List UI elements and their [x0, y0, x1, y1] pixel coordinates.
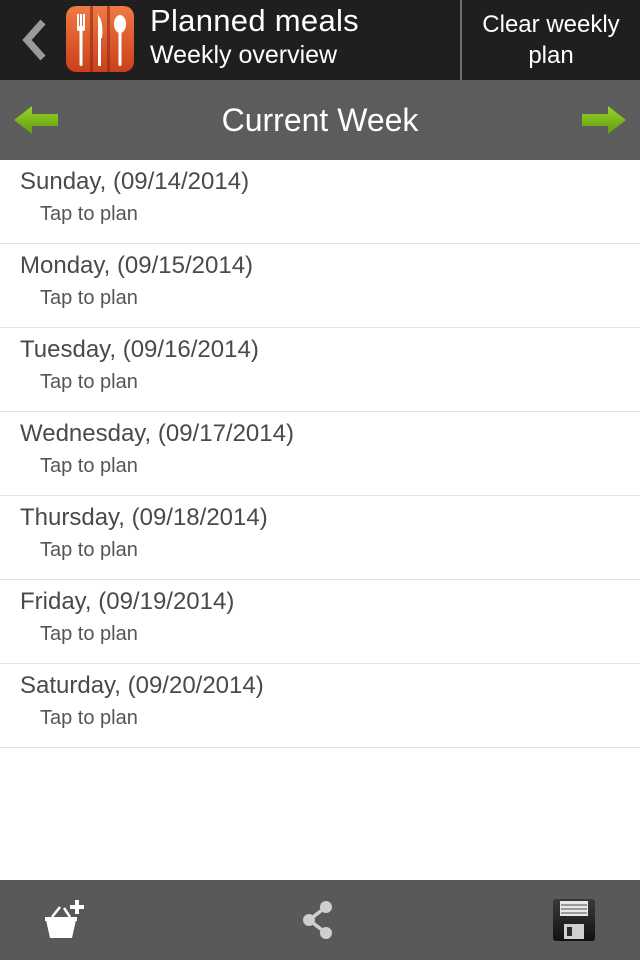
back-chevron-icon — [22, 19, 46, 61]
day-plan-hint: Tap to plan — [40, 287, 138, 309]
cutlery-app-icon — [66, 6, 134, 72]
day-plan-hint: Tap to plan — [40, 371, 138, 393]
day-date: Tuesday, (09/16/2014) — [20, 336, 259, 363]
day-date: Sunday, (09/14/2014) — [20, 168, 250, 195]
day-plan-hint: Tap to plan — [40, 623, 138, 645]
day-row-friday[interactable]: Friday, (09/19/2014) Tap to plan — [0, 580, 640, 664]
add-to-basket-icon — [45, 900, 84, 938]
day-row-thursday[interactable]: Thursday, (09/18/2014) Tap to plan — [0, 496, 640, 580]
page-title: Planned meals — [150, 3, 359, 38]
page-subtitle: Weekly overview — [150, 41, 338, 69]
day-row-tuesday[interactable]: Tuesday, (09/16/2014) Tap to plan — [0, 328, 640, 412]
add-to-shopping-list-button[interactable] — [40, 896, 88, 944]
title-block: Planned meals Weekly overview — [150, 2, 359, 70]
day-plan-hint: Tap to plan — [40, 707, 138, 729]
share-button[interactable] — [294, 896, 342, 944]
arrow-right-icon — [582, 106, 626, 134]
day-date: Friday, (09/19/2014) — [20, 588, 235, 615]
week-navigation-bar: Current Week — [0, 80, 640, 160]
top-action-bar: Planned meals Weekly overview Clear week… — [0, 0, 640, 80]
day-row-wednesday[interactable]: Wednesday, (09/17/2014) Tap to plan — [0, 412, 640, 496]
floppy-disk-icon — [553, 899, 595, 941]
bottom-toolbar — [0, 880, 640, 960]
save-button[interactable] — [550, 896, 598, 944]
day-row-saturday[interactable]: Saturday, (09/20/2014) Tap to plan — [0, 664, 640, 748]
day-date: Thursday, (09/18/2014) — [20, 504, 268, 531]
day-plan-hint: Tap to plan — [40, 203, 138, 225]
day-row-sunday[interactable]: Sunday, (09/14/2014) Tap to plan — [0, 160, 640, 244]
day-date: Saturday, (09/20/2014) — [20, 672, 264, 699]
previous-week-button[interactable] — [12, 104, 60, 136]
share-icon — [303, 901, 332, 939]
day-date: Monday, (09/15/2014) — [20, 252, 254, 279]
next-week-button[interactable] — [580, 104, 628, 136]
day-date: Wednesday, (09/17/2014) — [20, 420, 294, 447]
back-button[interactable] — [12, 14, 56, 66]
clear-weekly-plan-label: Clear weekly plan — [482, 11, 620, 69]
day-list: Sunday, (09/14/2014) Tap to plan Monday,… — [0, 160, 640, 748]
arrow-left-icon — [14, 106, 58, 134]
day-plan-hint: Tap to plan — [40, 455, 138, 477]
week-title: Current Week — [221, 101, 419, 138]
day-row-monday[interactable]: Monday, (09/15/2014) Tap to plan — [0, 244, 640, 328]
day-plan-hint: Tap to plan — [40, 539, 138, 561]
clear-weekly-plan-button[interactable]: Clear weekly plan — [460, 0, 640, 80]
